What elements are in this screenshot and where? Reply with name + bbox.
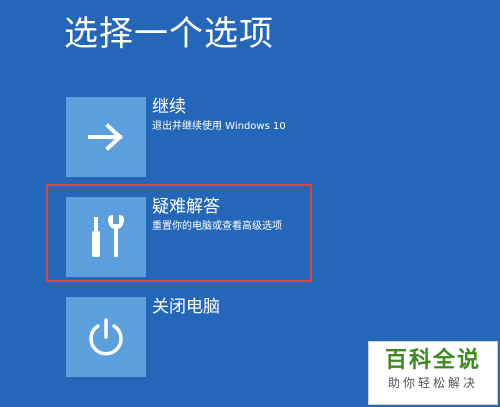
- watermark-main-text: 百科全说: [384, 347, 481, 372]
- troubleshoot-title: 疑难解答: [152, 197, 220, 217]
- troubleshoot-description: 重置你的电脑或查看高级选项: [152, 221, 282, 232]
- power-icon: [89, 318, 123, 356]
- watermark-logo: 百科全说 助你轻松解决: [368, 341, 498, 405]
- continue-option[interactable]: 继续 退出并继续使用 Windows 10: [66, 97, 396, 177]
- troubleshoot-tile[interactable]: [66, 197, 146, 277]
- arrow-right-icon: [88, 123, 123, 151]
- shutdown-tile[interactable]: [66, 297, 146, 377]
- troubleshoot-option[interactable]: 疑难解答 重置你的电脑或查看高级选项: [66, 197, 396, 277]
- shutdown-option[interactable]: 关闭电脑: [66, 297, 396, 377]
- tools-icon: [92, 215, 124, 257]
- page-title: 选择一个选项: [64, 14, 274, 54]
- shutdown-title: 关闭电脑: [152, 297, 220, 317]
- continue-title: 继续: [152, 97, 186, 117]
- watermark-sub-text: 助你轻松解决: [387, 376, 478, 390]
- continue-description: 退出并继续使用 Windows 10: [152, 121, 286, 132]
- continue-tile[interactable]: [66, 97, 146, 177]
